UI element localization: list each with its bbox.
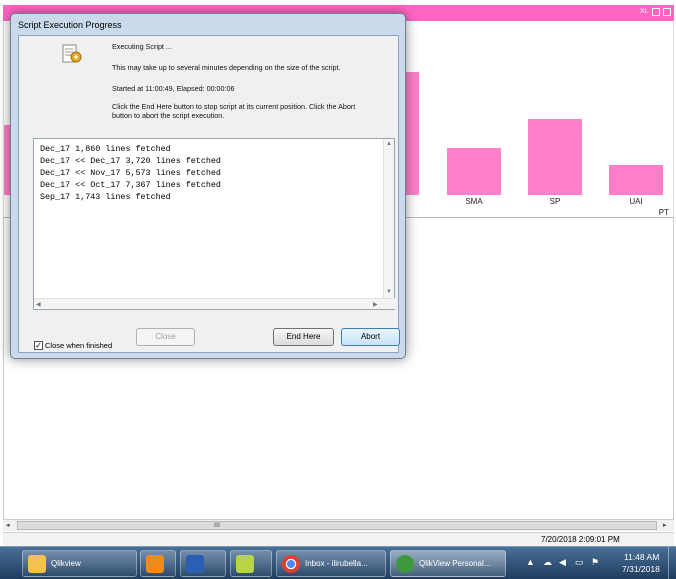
instruction-line-1: Click the End Here button to stop script… [112, 102, 356, 111]
sheet-horizontal-scrollbar[interactable]: ◂ ⅡⅡ ▸ [3, 519, 674, 531]
action-center-flag-icon[interactable]: ⚑ [591, 557, 599, 568]
chrome-icon [282, 554, 300, 573]
taskbar-item-word[interactable] [180, 550, 226, 577]
taskbar-item-qlikview-folder[interactable]: Qlikview [22, 550, 137, 577]
log-horizontal-scrollbar[interactable]: ◀ ▶ [34, 298, 395, 309]
log-vertical-scrollbar[interactable]: ▲ ▼ [383, 139, 394, 299]
wait-note: This may take up to several minutes depe… [112, 63, 341, 72]
object-caption-xl[interactable]: XL [640, 8, 649, 15]
scroll-right-icon[interactable]: ▸ [663, 521, 667, 529]
taskbar-item-label: QlikView Personal... [419, 559, 491, 568]
log-line: Sep_17 1,743 lines fetched [40, 192, 171, 202]
status-timestamp: 7/20/2018 2:09:01 PM [541, 535, 620, 544]
chart-bar-uai[interactable] [609, 165, 663, 195]
sheet-right-border [673, 217, 674, 519]
log-line: Dec_17 << Nov_17 5,573 lines fetched [40, 168, 221, 178]
cloud-icon[interactable]: ☁ [543, 557, 552, 568]
scroll-left-icon[interactable]: ◀ [36, 301, 41, 308]
clock-date[interactable]: 7/31/2018 [622, 564, 660, 574]
network-icon[interactable]: ▭ [575, 557, 584, 568]
log-line: Dec_17 << Oct_17 7,367 lines fetched [40, 180, 221, 190]
scroll-left-icon[interactable]: ◂ [6, 521, 10, 529]
clock-time[interactable]: 11:48 AM [624, 552, 659, 562]
scrollbar-grip-icon: ⅡⅡ [214, 523, 220, 529]
dialog-body: Executing Script ... This may take up to… [18, 35, 400, 353]
taskbar-item-app[interactable] [230, 550, 272, 577]
timing-text: Started at 11:00:49, Elapsed: 00:00:06 [112, 84, 235, 93]
maximize-icon[interactable] [663, 8, 671, 16]
script-log-textbox[interactable]: Dec_17 1,860 lines fetched Dec_17 << Dec… [33, 138, 395, 310]
taskbar-item-media-player[interactable] [140, 550, 176, 577]
chart-category-label: SP [549, 197, 561, 206]
qlikview-desktop-screen: XL SMA SP UAI PT ◂ ⅡⅡ ▸ 7/20/2018 2:09:0… [0, 0, 676, 579]
end-here-button[interactable]: End Here [273, 328, 334, 346]
status-bar: 7/20/2018 2:09:01 PM [3, 532, 674, 546]
taskbar-item-chrome-inbox[interactable]: Inbox - ilirubella... [276, 550, 386, 577]
show-hidden-icons-icon[interactable]: ▲ [526, 557, 535, 567]
word-icon [186, 554, 204, 573]
volume-icon[interactable]: ◀ [559, 557, 566, 568]
chart-category-label: UAI [629, 197, 643, 206]
scroll-right-icon[interactable]: ▶ [373, 301, 378, 308]
close-when-finished-option[interactable]: ✓ Close when finished [34, 341, 112, 350]
qlikview-icon [396, 554, 414, 573]
close-when-finished-label: Close when finished [45, 341, 113, 350]
scrollbar-thumb[interactable]: ⅡⅡ [17, 521, 657, 530]
script-execution-progress-dialog[interactable]: Script Execution Progress Executing Scri… [10, 13, 406, 359]
dialog-title: Script Execution Progress [18, 20, 122, 30]
close-when-finished-checkbox[interactable]: ✓ [34, 341, 43, 350]
chart-bar-sma[interactable] [447, 148, 501, 195]
taskbar-item-label: Qlikview [51, 559, 81, 568]
close-button[interactable]: Close [136, 328, 195, 346]
abort-button[interactable]: Abort [341, 328, 400, 346]
sheet-left-border [3, 217, 4, 519]
status-heading: Executing Script ... [112, 42, 172, 51]
chart-category-label: SMA [465, 197, 483, 206]
instruction-line-2: button to abort the script execution. [112, 111, 225, 120]
folder-icon [28, 554, 46, 573]
chart-tail-label: PT [658, 208, 669, 217]
media-player-icon [146, 554, 164, 573]
system-tray: ▲ ☁ ◀ ▭ ⚑ 11:48 AM 7/31/2018 [516, 547, 676, 579]
show-desktop-button[interactable] [668, 547, 676, 579]
log-line: Dec_17 << Dec_17 3,720 lines fetched [40, 156, 221, 166]
app-icon [236, 554, 254, 573]
taskbar-item-label: Inbox - ilirubella... [305, 559, 368, 568]
chart-bar-sp[interactable] [528, 119, 582, 195]
scroll-up-icon[interactable]: ▲ [386, 141, 392, 147]
script-gear-icon [62, 44, 82, 63]
windows-taskbar: Qlikview Inbox - ilirubella... QlikView … [0, 546, 676, 579]
scroll-down-icon[interactable]: ▼ [386, 289, 392, 295]
log-line: Dec_17 1,860 lines fetched [40, 144, 171, 154]
taskbar-item-qlikview-personal[interactable]: QlikView Personal... [390, 550, 506, 577]
minimize-icon[interactable] [652, 8, 660, 16]
